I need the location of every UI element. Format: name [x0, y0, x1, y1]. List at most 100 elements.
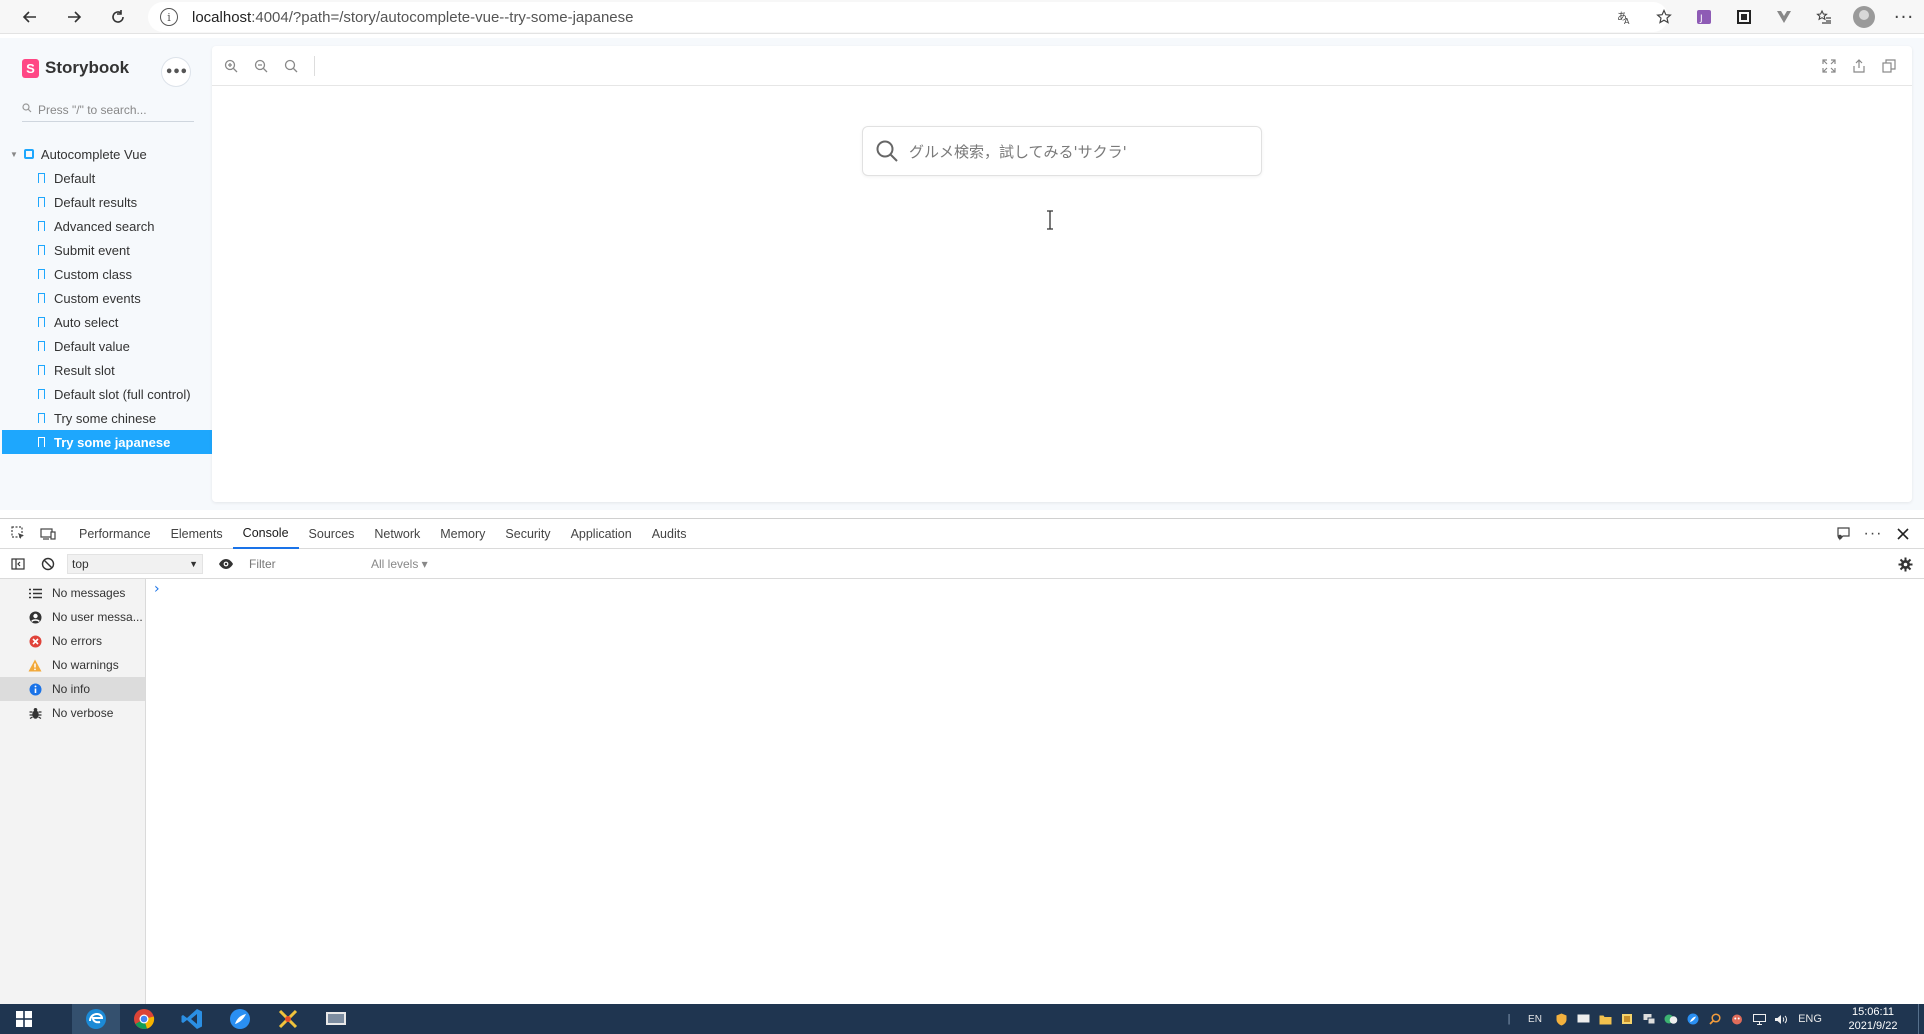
refresh-button[interactable]	[98, 0, 138, 34]
component-label: Autocomplete Vue	[40, 146, 147, 162]
sidebar-item-user-messages[interactable]: No user messa...	[0, 605, 145, 629]
taskbar-feather-app[interactable]	[216, 1004, 264, 1034]
live-expression-eye-icon[interactable]	[211, 549, 241, 579]
tab-security[interactable]: Security	[495, 519, 560, 549]
address-bar[interactable]: i localhost:4004/?path=/story/autocomple…	[148, 2, 1668, 32]
sidebar-item-errors[interactable]: No errors	[0, 629, 145, 653]
taskbar-vscode[interactable]	[168, 1004, 216, 1034]
extension-purple-icon[interactable]: J	[1684, 0, 1724, 34]
toggle-sidebar-icon[interactable]	[3, 549, 33, 579]
inspect-element-icon[interactable]	[3, 519, 33, 549]
tab-sources[interactable]: Sources	[299, 519, 365, 549]
search-input[interactable]	[38, 102, 188, 117]
feedback-icon[interactable]	[1828, 519, 1858, 549]
profile-avatar[interactable]	[1844, 0, 1884, 34]
language-indicator[interactable]: ENG	[1792, 1013, 1828, 1025]
zoom-in-icon[interactable]	[216, 46, 246, 86]
forward-button[interactable]	[54, 0, 94, 34]
brand-name: Storybook	[45, 58, 130, 77]
clock[interactable]: 15:06:11 2021/9/22	[1828, 1005, 1918, 1033]
story-item[interactable]: Default results	[2, 190, 212, 214]
story-item[interactable]: Auto select	[2, 310, 212, 334]
taskbar-edge[interactable]	[72, 1004, 120, 1034]
clear-console-icon[interactable]	[33, 549, 63, 579]
storybook-app: S Storybook ••• ▼ Autocomplete Vue Defau…	[0, 38, 1924, 510]
bookmark-icon	[38, 317, 45, 327]
bookmark-icon	[38, 341, 45, 351]
share-icon[interactable]	[1844, 46, 1874, 86]
story-item[interactable]: Try some chinese	[2, 406, 212, 430]
story-item[interactable]: Result slot	[2, 358, 212, 382]
taskbar-chrome[interactable]	[120, 1004, 168, 1034]
tab-performance[interactable]: Performance	[69, 519, 161, 549]
story-item[interactable]: Submit event	[2, 238, 212, 262]
tray-mascot-icon[interactable]	[1726, 1013, 1748, 1025]
story-item[interactable]: Custom class	[2, 262, 212, 286]
tray-chat-icon[interactable]	[1660, 1014, 1682, 1025]
feather-app-icon	[230, 1009, 250, 1029]
story-item[interactable]: Default slot (full control)	[2, 382, 212, 406]
browser-menu-icon[interactable]: ···	[1884, 0, 1924, 34]
start-button[interactable]	[0, 1004, 48, 1034]
gear-icon[interactable]	[1890, 549, 1920, 579]
story-item[interactable]: Default	[2, 166, 212, 190]
story-item[interactable]: Default value	[2, 334, 212, 358]
tab-elements[interactable]: Elements	[161, 519, 233, 549]
tray-search-icon[interactable]	[1704, 1013, 1726, 1025]
story-item-active[interactable]: Try some japanese	[2, 430, 212, 454]
sidebar-menu-button[interactable]: •••	[162, 58, 190, 86]
network-icon[interactable]	[1748, 1013, 1770, 1025]
tab-application[interactable]: Application	[561, 519, 642, 549]
sidebar-item-warnings[interactable]: No warnings	[0, 653, 145, 677]
autocomplete-input[interactable]	[909, 137, 1249, 167]
site-info-icon[interactable]: i	[160, 8, 178, 26]
zoom-out-icon[interactable]	[246, 46, 276, 86]
sidebar-item-verbose[interactable]: No verbose	[0, 701, 145, 725]
taskbar-display-app[interactable]	[312, 1004, 360, 1034]
favorite-star-icon[interactable]	[1644, 0, 1684, 34]
sidebar-item-info[interactable]: No info	[0, 677, 145, 701]
extension-square-icon[interactable]	[1724, 0, 1764, 34]
log-levels-dropdown[interactable]: All levels ▾	[371, 557, 428, 571]
collections-icon[interactable]	[1804, 0, 1844, 34]
ime-indicator[interactable]: EN	[1520, 1014, 1550, 1025]
tab-memory[interactable]: Memory	[430, 519, 495, 549]
autocomplete-search[interactable]	[862, 126, 1262, 176]
console-prompt-chevron-icon[interactable]: ›	[154, 581, 160, 597]
tray-network-share-icon[interactable]	[1638, 1013, 1660, 1025]
fullscreen-icon[interactable]	[1814, 46, 1844, 86]
error-icon	[28, 634, 42, 648]
device-toolbar-icon[interactable]	[33, 519, 63, 549]
translate-icon[interactable]: あA	[1604, 0, 1644, 34]
tab-console[interactable]: Console	[232, 519, 299, 549]
vue-devtools-icon[interactable]	[1764, 0, 1804, 34]
taskbar-git-app[interactable]	[264, 1004, 312, 1034]
copy-link-icon[interactable]	[1874, 46, 1904, 86]
tray-feather-icon[interactable]	[1682, 1013, 1704, 1025]
story-item[interactable]: Advanced search	[2, 214, 212, 238]
tab-network[interactable]: Network	[364, 519, 430, 549]
story-search[interactable]	[22, 98, 194, 122]
tree-component-autocomplete-vue[interactable]: ▼ Autocomplete Vue	[2, 142, 212, 166]
sidebar-item-messages[interactable]: No messages	[0, 581, 145, 605]
context-select[interactable]: top ▼	[67, 553, 203, 574]
console-filter-input[interactable]	[249, 553, 367, 574]
storybook-brand[interactable]: S Storybook	[22, 58, 129, 78]
svg-text:J: J	[1699, 14, 1703, 24]
devtools-more-icon[interactable]: ···	[1858, 519, 1888, 549]
system-tray: | EN ENG 15:06:11 2021/9/22	[1498, 1004, 1924, 1034]
shield-icon[interactable]	[1550, 1013, 1572, 1026]
preview-toolbar	[212, 46, 1912, 86]
monitor-icon	[326, 1012, 346, 1025]
close-devtools-icon[interactable]	[1888, 519, 1918, 549]
tab-audits[interactable]: Audits	[642, 519, 697, 549]
tray-folder-icon[interactable]	[1594, 1014, 1616, 1025]
zoom-reset-icon[interactable]	[276, 46, 306, 86]
tray-app-icon[interactable]	[1616, 1013, 1638, 1025]
volume-icon[interactable]	[1770, 1014, 1792, 1025]
show-desktop-button[interactable]	[1918, 1004, 1924, 1034]
tray-screen-icon[interactable]	[1572, 1014, 1594, 1024]
story-item[interactable]: Custom events	[2, 286, 212, 310]
taskbar: | EN ENG 15:06:11 2021/9/22	[0, 1004, 1924, 1034]
back-button[interactable]	[10, 0, 50, 34]
